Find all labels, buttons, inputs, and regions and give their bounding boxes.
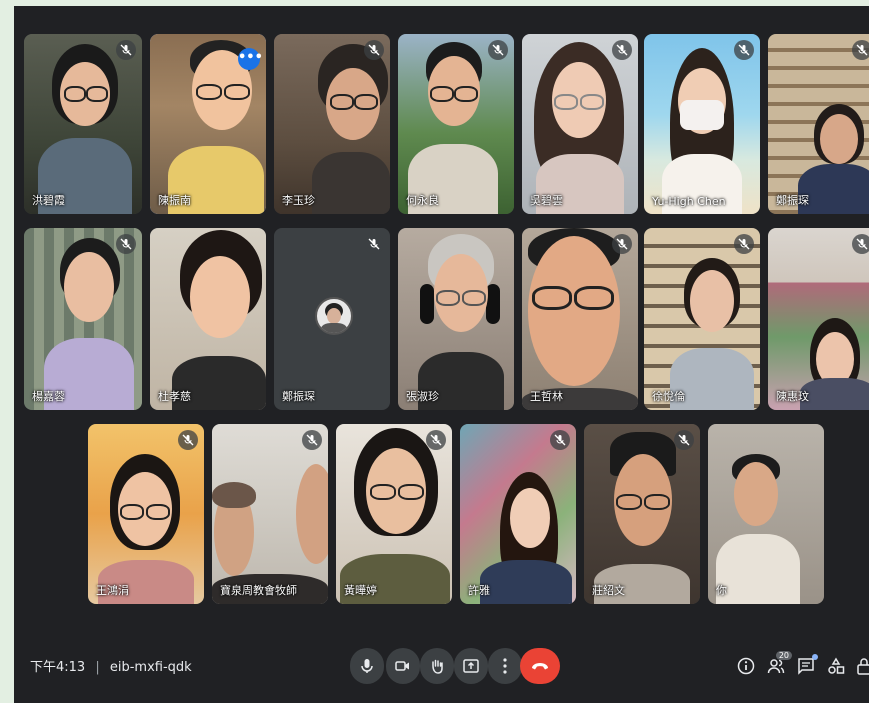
chat-button[interactable] [794, 654, 818, 678]
control-bar: 下午4:13 | eib-mxfi-qdk 20 [14, 634, 869, 703]
activities-button[interactable] [824, 654, 848, 678]
mic-off-icon [302, 430, 322, 450]
participant-name: 陳振南 [158, 194, 191, 207]
participant-name: 許雅 [468, 584, 490, 597]
participant-name: 洪碧霞 [32, 194, 65, 207]
participant-tile[interactable]: 李玉珍 [274, 34, 390, 214]
microphone-icon [361, 659, 373, 673]
present-icon [463, 659, 479, 673]
clock-time: 下午4:13 [30, 660, 86, 675]
participant-name: 王鴻涓 [96, 584, 129, 597]
mic-off-icon [178, 430, 198, 450]
participant-name: 鄭振琛 [282, 390, 315, 403]
participant-name: 王哲林 [530, 390, 563, 403]
meeting-code: eib-mxfi-qdk [109, 660, 192, 675]
hang-up-icon [532, 663, 548, 670]
more-options-icon[interactable]: ••• [238, 48, 263, 70]
participant-tile[interactable]: 張淑珍 [398, 228, 514, 410]
participant-name: 楊嘉蓉 [32, 390, 65, 403]
host-controls-button[interactable] [852, 654, 869, 678]
mic-off-icon [852, 234, 869, 254]
participant-tile[interactable]: 徐悅倫 [644, 228, 760, 410]
participant-name: 鄭振琛 [776, 194, 809, 207]
mic-off-icon [734, 234, 754, 254]
participant-tile-no-video[interactable]: 鄭振琛 [274, 228, 390, 410]
participant-tile[interactable]: 黃曄婷 [336, 424, 452, 604]
people-count-badge: 20 [775, 651, 792, 660]
lock-person-icon [857, 658, 869, 675]
microphone-button[interactable] [350, 648, 384, 684]
participant-tile-active[interactable]: ••• 陳振南 [150, 34, 266, 214]
participant-name: Yu-High Chen [652, 195, 726, 208]
mic-off-icon [612, 40, 632, 60]
participant-tile[interactable]: 吳碧雲 [522, 34, 638, 214]
mic-off-icon [674, 430, 694, 450]
participant-name: 張淑珍 [406, 390, 439, 403]
raise-hand-button[interactable] [420, 648, 454, 684]
notification-dot [812, 654, 818, 660]
separator: | [95, 660, 100, 675]
participant-tile-self[interactable]: 你 [708, 424, 824, 604]
participant-tile[interactable]: 王鴻涓 [88, 424, 204, 604]
present-screen-button[interactable] [454, 648, 488, 684]
participant-tile[interactable]: 陳惠玟 [768, 228, 869, 410]
people-button[interactable]: 20 [764, 651, 792, 678]
mic-off-icon [364, 234, 384, 254]
camera-icon [395, 661, 409, 671]
participant-name: 杜孝慈 [158, 390, 191, 403]
info-icon [737, 657, 755, 675]
participant-tile[interactable]: 莊紹文 [584, 424, 700, 604]
participant-tile[interactable]: 許雅 [460, 424, 576, 604]
participant-tile[interactable]: 何永良 [398, 34, 514, 214]
participant-name: 吳碧雲 [530, 194, 563, 207]
leave-call-button[interactable] [520, 648, 560, 684]
participant-name: 黃曄婷 [344, 584, 377, 597]
mic-off-icon [116, 234, 136, 254]
participant-tile[interactable]: 王哲林 [522, 228, 638, 410]
mic-off-icon [116, 40, 136, 60]
participant-name: 李玉珍 [282, 194, 315, 207]
mic-off-icon [734, 40, 754, 60]
meet-window: 洪碧霞 ••• 陳振南 李玉珍 何永良 吳碧雲 Yu-High Chen 鄭振琛… [14, 6, 869, 703]
hand-icon [432, 659, 443, 674]
mic-off-icon [426, 430, 446, 450]
chat-icon [798, 658, 814, 675]
mic-off-icon [488, 40, 508, 60]
participant-tile[interactable]: Yu-High Chen [644, 34, 760, 214]
participant-name: 莊紹文 [592, 584, 625, 597]
participant-tile[interactable]: 洪碧霞 [24, 34, 142, 214]
mic-off-icon [612, 234, 632, 254]
participant-name: 何永良 [406, 194, 439, 207]
participant-tile[interactable]: 鄭振琛 [768, 34, 869, 214]
meeting-info: 下午4:13 | eib-mxfi-qdk [30, 656, 192, 675]
camera-button[interactable] [386, 648, 420, 684]
meeting-details-button[interactable] [734, 654, 758, 678]
avatar [315, 297, 353, 335]
mic-off-icon [364, 40, 384, 60]
mic-off-icon [852, 40, 869, 60]
participant-name: 你 [716, 584, 727, 597]
participant-tile[interactable]: 杜孝慈 [150, 228, 266, 410]
participant-tile[interactable]: 楊嘉蓉 [24, 228, 142, 410]
participant-tile[interactable]: 寶泉周教會牧師 [212, 424, 328, 604]
mic-off-icon [550, 430, 570, 450]
more-options-button[interactable] [488, 648, 522, 684]
participant-name: 寶泉周教會牧師 [220, 584, 297, 597]
participant-name: 徐悅倫 [652, 390, 685, 403]
participant-name: 陳惠玟 [776, 390, 809, 403]
more-vert-icon [503, 658, 507, 674]
activities-icon [828, 657, 845, 674]
